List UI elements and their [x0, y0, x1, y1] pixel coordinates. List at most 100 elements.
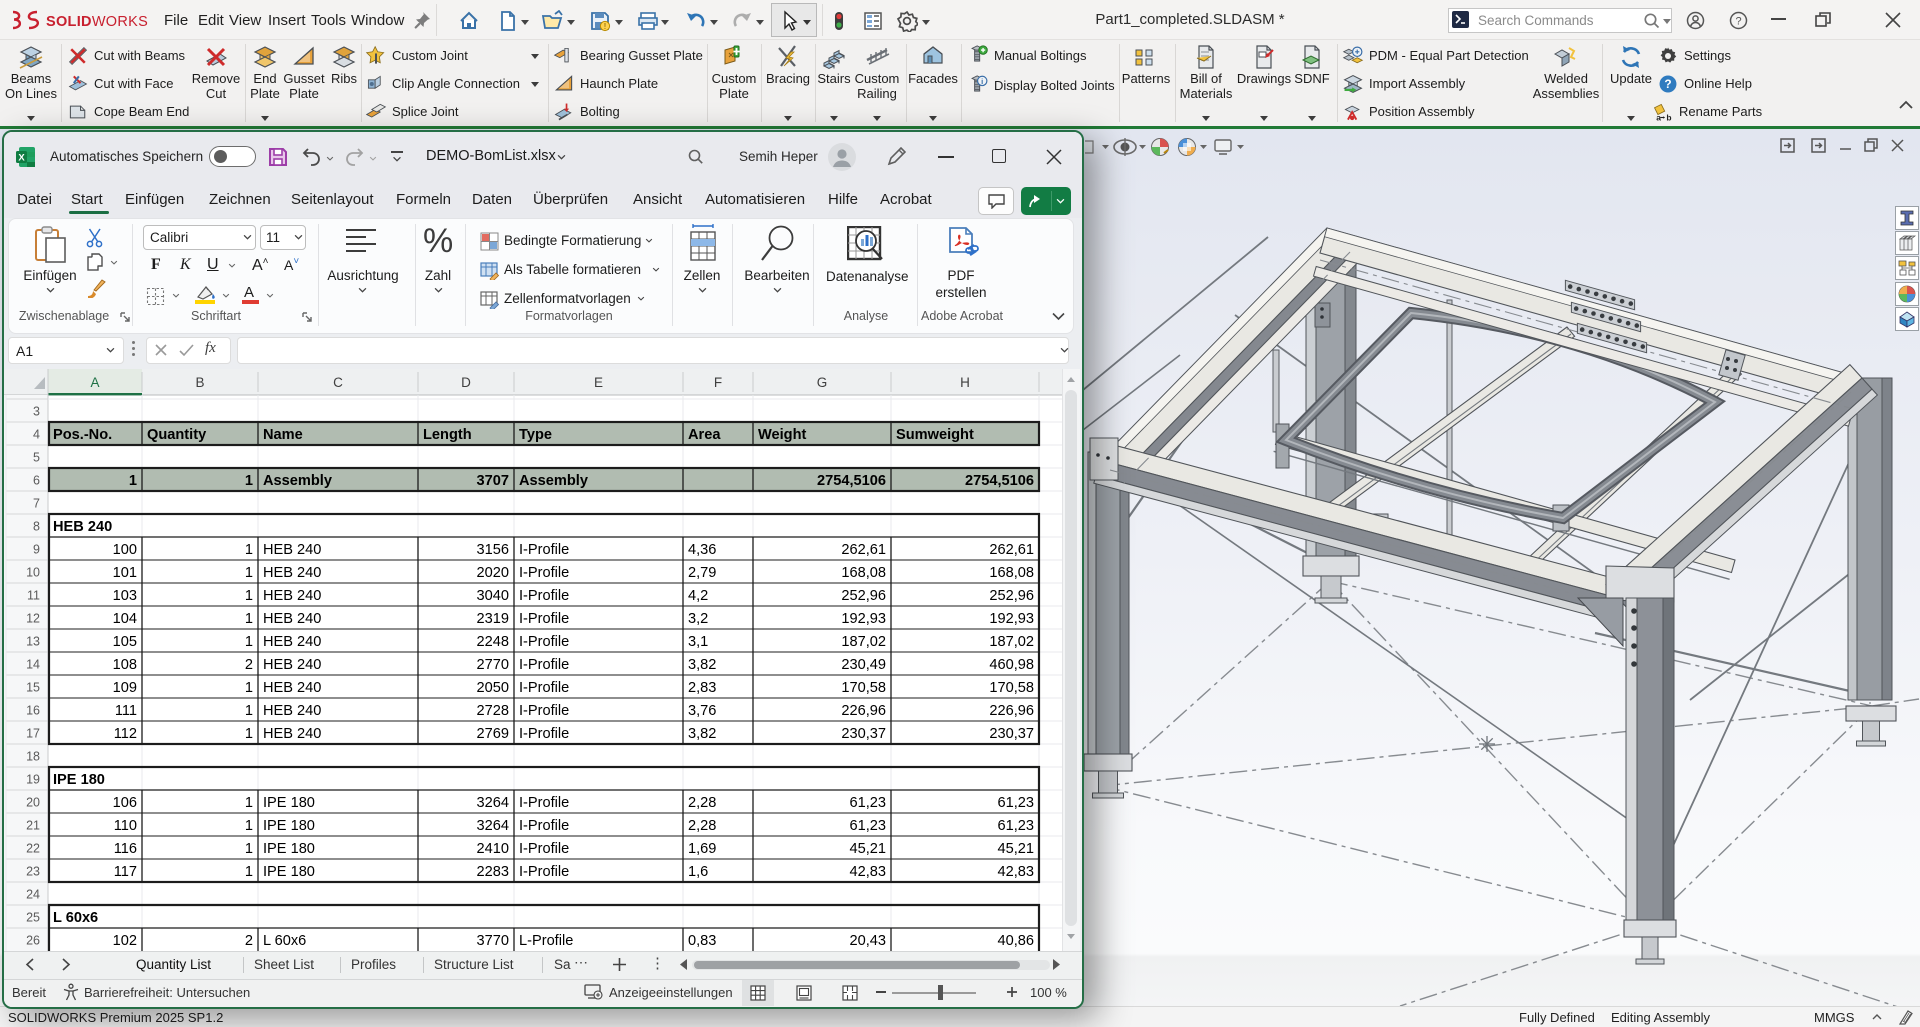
- svg-text:4,2: 4,2: [688, 588, 708, 604]
- svg-text:104: 104: [113, 611, 137, 627]
- svg-text:1: 1: [245, 565, 253, 581]
- svg-text:3,82: 3,82: [688, 657, 716, 673]
- svg-text:I-Profile: I-Profile: [519, 588, 569, 604]
- svg-text:F: F: [714, 375, 722, 390]
- svg-text:45,21: 45,21: [997, 841, 1034, 857]
- svg-text:C: C: [333, 375, 343, 390]
- svg-text:102: 102: [113, 933, 137, 949]
- svg-text:HEB 240: HEB 240: [263, 726, 321, 742]
- svg-text:1: 1: [245, 703, 253, 719]
- svg-text:2728: 2728: [477, 703, 509, 719]
- svg-text:192,93: 192,93: [989, 611, 1034, 627]
- svg-text:Type: Type: [519, 427, 552, 443]
- svg-text:3707: 3707: [477, 473, 509, 489]
- svg-text:8: 8: [33, 520, 40, 534]
- svg-text:26: 26: [26, 934, 40, 948]
- svg-text:2770: 2770: [477, 657, 509, 673]
- svg-text:109: 109: [113, 680, 137, 696]
- svg-text:Weight: Weight: [758, 427, 807, 443]
- svg-text:101: 101: [113, 565, 137, 581]
- svg-text:22: 22: [26, 842, 40, 856]
- svg-text:I-Profile: I-Profile: [519, 542, 569, 558]
- svg-text:i: i: [981, 77, 983, 86]
- svg-text:I-Profile: I-Profile: [519, 565, 569, 581]
- svg-text:2410: 2410: [477, 841, 509, 857]
- svg-text:460,98: 460,98: [989, 657, 1034, 673]
- svg-text:I-Profile: I-Profile: [519, 680, 569, 696]
- svg-text:2283: 2283: [477, 864, 509, 880]
- svg-text:3: 3: [33, 405, 40, 419]
- svg-text:L 60x6: L 60x6: [53, 910, 98, 926]
- svg-text:1: 1: [245, 841, 253, 857]
- svg-text:4: 4: [33, 428, 40, 442]
- svg-text:1,69: 1,69: [688, 841, 716, 857]
- svg-text:1: 1: [245, 611, 253, 627]
- svg-text:117: 117: [114, 864, 137, 880]
- svg-text:1: 1: [245, 473, 253, 489]
- svg-text:HEB 240: HEB 240: [263, 542, 321, 558]
- svg-text:2754,5106: 2754,5106: [965, 473, 1034, 489]
- svg-text:3,76: 3,76: [688, 703, 716, 719]
- svg-text:252,96: 252,96: [841, 588, 886, 604]
- svg-text:?: ?: [1664, 77, 1671, 91]
- svg-text:2248: 2248: [477, 634, 509, 650]
- svg-text:168,08: 168,08: [841, 565, 886, 581]
- svg-text:G: G: [817, 375, 828, 390]
- svg-text:105: 105: [113, 634, 137, 650]
- svg-text:B: B: [195, 375, 204, 390]
- svg-text:14: 14: [26, 658, 40, 672]
- svg-text:11: 11: [27, 589, 40, 603]
- svg-text:3,1: 3,1: [688, 634, 708, 650]
- svg-text:5: 5: [33, 451, 40, 465]
- svg-text:I-Profile: I-Profile: [519, 841, 569, 857]
- svg-text:230,37: 230,37: [841, 726, 886, 742]
- svg-text:?: ?: [1735, 16, 1741, 28]
- svg-text:E: E: [594, 375, 603, 390]
- svg-text:H: H: [960, 375, 970, 390]
- svg-text:1: 1: [245, 680, 253, 696]
- svg-text:2754,5106: 2754,5106: [817, 473, 886, 489]
- svg-text:187,02: 187,02: [989, 634, 1034, 650]
- svg-text:12: 12: [26, 612, 40, 626]
- svg-text:2,28: 2,28: [688, 795, 716, 811]
- svg-text:20,43: 20,43: [849, 933, 886, 949]
- svg-text:7: 7: [33, 497, 40, 511]
- svg-text:61,23: 61,23: [849, 818, 886, 834]
- svg-text:3040: 3040: [477, 588, 509, 604]
- svg-text:1: 1: [245, 795, 253, 811]
- svg-text:192,93: 192,93: [841, 611, 886, 627]
- svg-text:187,02: 187,02: [841, 634, 886, 650]
- svg-text:2: 2: [245, 657, 253, 673]
- svg-text:SOLIDWORKS: SOLIDWORKS: [46, 14, 148, 30]
- svg-text:2,28: 2,28: [688, 818, 716, 834]
- svg-text:226,96: 226,96: [841, 703, 886, 719]
- svg-text:I-Profile: I-Profile: [519, 611, 569, 627]
- svg-text:Pos.-No.: Pos.-No.: [53, 427, 112, 443]
- svg-text:112: 112: [114, 726, 137, 742]
- svg-text:2,83: 2,83: [688, 680, 716, 696]
- svg-text:103: 103: [113, 588, 137, 604]
- svg-text:1: 1: [245, 726, 253, 742]
- svg-text:168,08: 168,08: [989, 565, 1034, 581]
- svg-text:Sumweight: Sumweight: [896, 427, 974, 443]
- svg-text:HEB 240: HEB 240: [263, 657, 321, 673]
- svg-text:13: 13: [26, 635, 40, 649]
- svg-text:4,36: 4,36: [688, 542, 716, 558]
- svg-text:Length: Length: [423, 427, 472, 443]
- svg-text:IPE 180: IPE 180: [263, 795, 315, 811]
- svg-text:18: 18: [26, 750, 40, 764]
- svg-text:42,83: 42,83: [849, 864, 886, 880]
- svg-text:45,21: 45,21: [849, 841, 886, 857]
- svg-text:I-Profile: I-Profile: [519, 703, 569, 719]
- svg-text:L-Profile: L-Profile: [519, 933, 573, 949]
- svg-text:110: 110: [114, 818, 137, 834]
- svg-text:2: 2: [245, 933, 253, 949]
- svg-text:I-Profile: I-Profile: [519, 795, 569, 811]
- svg-text:3264: 3264: [477, 795, 509, 811]
- svg-text:IPE 180: IPE 180: [263, 841, 315, 857]
- svg-text:3264: 3264: [477, 818, 509, 834]
- svg-text:I-Profile: I-Profile: [519, 726, 569, 742]
- svg-text:1: 1: [245, 542, 253, 558]
- svg-text:3156: 3156: [477, 542, 509, 558]
- svg-text:I-Profile: I-Profile: [519, 634, 569, 650]
